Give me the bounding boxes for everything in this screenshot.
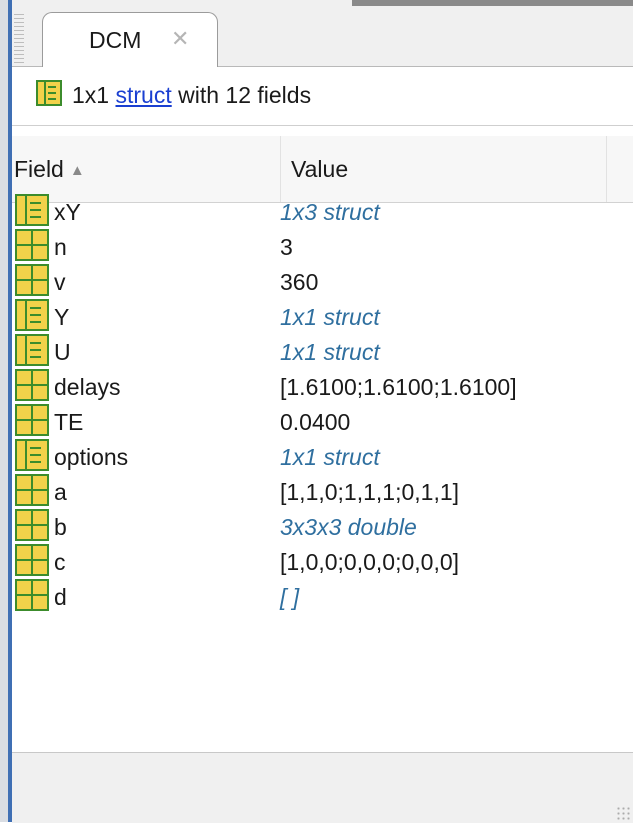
- field-name: U: [54, 339, 71, 365]
- drag-grip[interactable]: [14, 14, 24, 64]
- status-footer: [12, 752, 633, 823]
- field-name: Y: [54, 304, 70, 330]
- struct-icon: [15, 439, 49, 476]
- matrix-icon: [15, 474, 49, 511]
- field-value: 1x1 struct: [280, 304, 380, 330]
- matrix-icon: [15, 544, 49, 581]
- field-column-label: Field: [14, 156, 64, 182]
- fields-table: Field ▲ Value xY 1x3 struct n 3 v 360 Y 1x1 stru…: [12, 126, 633, 752]
- field-name: c: [54, 549, 66, 575]
- sort-ascending-icon: ▲: [69, 162, 85, 179]
- table-row[interactable]: delays [1.6100;1.6100;1.6100]: [12, 369, 633, 404]
- table-row[interactable]: TE 0.0400: [12, 404, 633, 439]
- summary-suffix: with 12 fields: [171, 82, 312, 108]
- top-rule: [352, 0, 633, 6]
- field-name: b: [54, 514, 67, 540]
- table-row[interactable]: n3: [12, 229, 633, 264]
- field-name: n: [54, 234, 67, 260]
- struct-summary-bar: 1x1 struct with 12 fields: [12, 67, 633, 126]
- field-name: TE: [54, 409, 84, 435]
- tab-dcm[interactable]: DCM ✕: [42, 12, 218, 68]
- matrix-icon: [15, 509, 49, 546]
- field-value: 1x1 struct: [280, 339, 380, 365]
- field-name: options: [54, 444, 129, 470]
- field-value: [1,1,0;1,1,1;0,1,1]: [280, 479, 460, 505]
- summary-prefix: 1x1: [72, 82, 116, 108]
- resize-grip-icon[interactable]: [616, 806, 630, 820]
- struct-icon: [15, 334, 49, 371]
- field-value: 1x3 struct: [280, 199, 380, 225]
- table-row[interactable]: c [1,0,0;0,0,0;0,0,0]: [12, 544, 633, 579]
- field-value: 360: [280, 269, 319, 295]
- struct-icon: [36, 80, 62, 111]
- value-column-label: Value: [291, 156, 349, 182]
- field-name: v: [54, 269, 66, 295]
- field-name: xY: [54, 199, 81, 225]
- struct-summary-text: 1x1 struct with 12 fields: [72, 82, 311, 109]
- field-value: [1.6100;1.6100;1.6100]: [280, 374, 517, 400]
- column-header-extra[interactable]: [606, 136, 633, 202]
- matrix-icon: [15, 579, 49, 616]
- tab-label: DCM: [89, 27, 142, 53]
- field-value: 3: [280, 234, 293, 260]
- table-row[interactable]: a [1,1,0;1,1,1;0,1,1]: [12, 474, 633, 509]
- table-row[interactable]: d [ ]: [12, 579, 633, 614]
- table-row[interactable]: v 360: [12, 264, 633, 299]
- table-row[interactable]: options 1x1 struct: [12, 439, 633, 474]
- struct-icon: [15, 194, 49, 231]
- struct-link[interactable]: struct: [115, 82, 171, 108]
- variable-editor-window: DCM ✕ 1x1 struct with 12 fields Field ▲ V…: [0, 0, 633, 823]
- struct-icon: [15, 299, 49, 336]
- column-header-value[interactable]: Value: [280, 136, 605, 202]
- field-name: d: [54, 584, 67, 610]
- field-value: [ ]: [280, 584, 300, 610]
- field-value: 1x1 struct: [280, 444, 380, 470]
- matrix-icon: [15, 229, 49, 266]
- matrix-icon: [15, 264, 49, 301]
- matrix-icon: [15, 404, 49, 441]
- matrix-icon: [15, 369, 49, 406]
- table-row[interactable]: b 3x3x3 double: [12, 509, 633, 544]
- column-header-field[interactable]: Field ▲: [14, 136, 279, 202]
- field-value: 3x3x3 double: [280, 514, 417, 540]
- table-row[interactable]: U 1x1 struct: [12, 334, 633, 369]
- table-row[interactable]: Y 1x1 struct: [12, 299, 633, 334]
- field-value: [1,0,0;0,0,0;0,0,0]: [280, 549, 460, 575]
- close-icon[interactable]: ✕: [171, 26, 189, 52]
- field-value: 0.0400: [280, 409, 351, 435]
- left-rail: [0, 0, 12, 822]
- field-name: a: [54, 479, 67, 505]
- table-row[interactable]: xY 1x3 struct: [12, 194, 633, 229]
- field-name: delays: [54, 374, 121, 400]
- table-header: Field ▲ Value: [12, 136, 633, 203]
